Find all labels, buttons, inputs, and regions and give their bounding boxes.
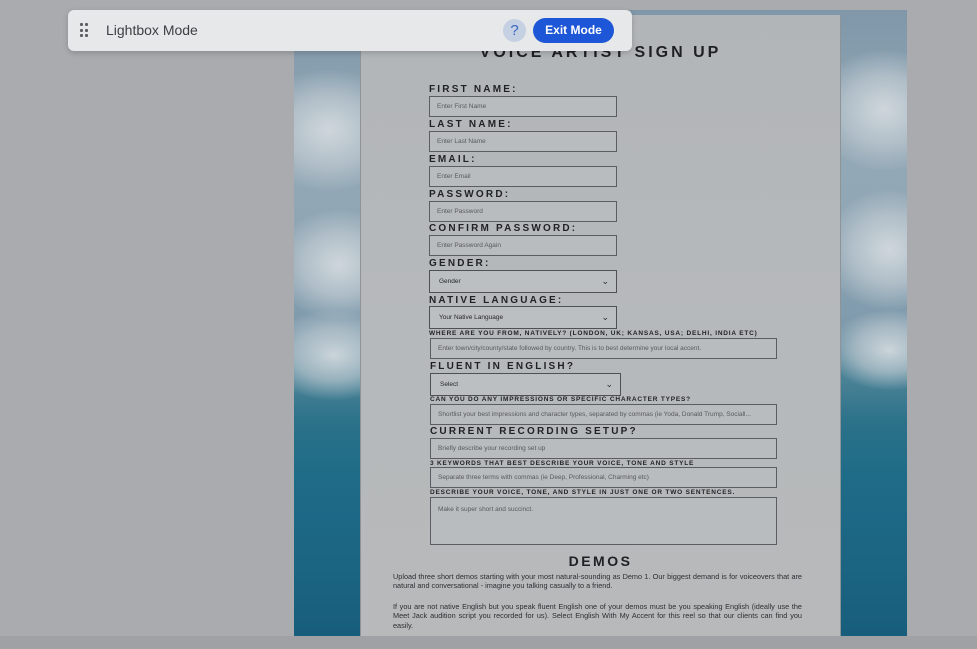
first-name-label: FIRST NAME: — [429, 84, 518, 95]
gender-label: GENDER: — [429, 258, 491, 269]
help-button[interactable]: ? — [503, 19, 526, 42]
keywords-label: 3 KEYWORDS THAT BEST DESCRIBE YOUR VOICE… — [430, 460, 695, 467]
native-language-select-value: Your Native Language — [439, 314, 504, 321]
last-name-label: LAST NAME: — [429, 119, 513, 130]
fluent-label: FLUENT IN ENGLISH? — [430, 361, 576, 372]
describe-textarea[interactable]: Make it super short and succinct. — [430, 497, 777, 545]
impressions-label: CAN YOU DO ANY IMPRESSIONS OR SPECIFIC C… — [430, 396, 691, 403]
canvas-bottom-edge — [0, 636, 977, 649]
keywords-input[interactable]: Separate three terms with commas (ie Dee… — [430, 467, 777, 488]
origin-input[interactable]: Enter town/city/county/state followed by… — [430, 338, 777, 359]
native-language-select[interactable]: Your Native Language ⌄ — [429, 306, 617, 329]
gender-select-value: Gender — [439, 278, 461, 285]
demos-title: DEMOS — [568, 553, 633, 569]
chevron-down-icon: ⌄ — [605, 379, 613, 389]
fluent-select-value: Select — [440, 381, 459, 388]
email-label: EMAIL: — [429, 154, 477, 165]
email-input[interactable]: Enter Email — [429, 166, 617, 187]
toolbar-title: Lightbox Mode — [106, 22, 198, 38]
chevron-down-icon: ⌄ — [601, 312, 609, 322]
drag-handle-icon[interactable] — [80, 23, 88, 38]
confirm-password-label: CONFIRM PASSWORD: — [429, 223, 578, 234]
recording-setup-input[interactable]: Briefly describe your recording set up — [430, 438, 777, 459]
password-label: PASSWORD: — [429, 189, 511, 200]
lightbox-mode-toolbar: Lightbox Mode ? Exit Mode — [68, 10, 632, 51]
chevron-down-icon: ⌄ — [601, 276, 609, 286]
origin-label: WHERE ARE YOU FROM, NATIVELY? (LONDON, U… — [429, 330, 758, 337]
recording-setup-label: CURRENT RECORDING SETUP? — [430, 426, 638, 437]
fluent-select[interactable]: Select ⌄ — [430, 373, 621, 396]
demos-paragraph-2: If you are not native English but you sp… — [393, 602, 802, 630]
demos-paragraph-1: Upload three short demos starting with y… — [393, 572, 802, 591]
first-name-input[interactable]: Enter First Name — [429, 96, 617, 117]
confirm-password-input[interactable]: Enter Password Again — [429, 235, 617, 256]
exit-mode-button[interactable]: Exit Mode — [533, 18, 614, 43]
last-name-input[interactable]: Enter Last Name — [429, 131, 617, 152]
gender-select[interactable]: Gender ⌄ — [429, 270, 617, 293]
native-language-label: NATIVE LANGUAGE: — [429, 295, 564, 306]
describe-label: DESCRIBE YOUR VOICE, TONE, AND STYLE IN … — [430, 489, 736, 496]
impressions-input[interactable]: Shortlist your best impressions and char… — [430, 404, 777, 425]
password-input[interactable]: Enter Password — [429, 201, 617, 222]
